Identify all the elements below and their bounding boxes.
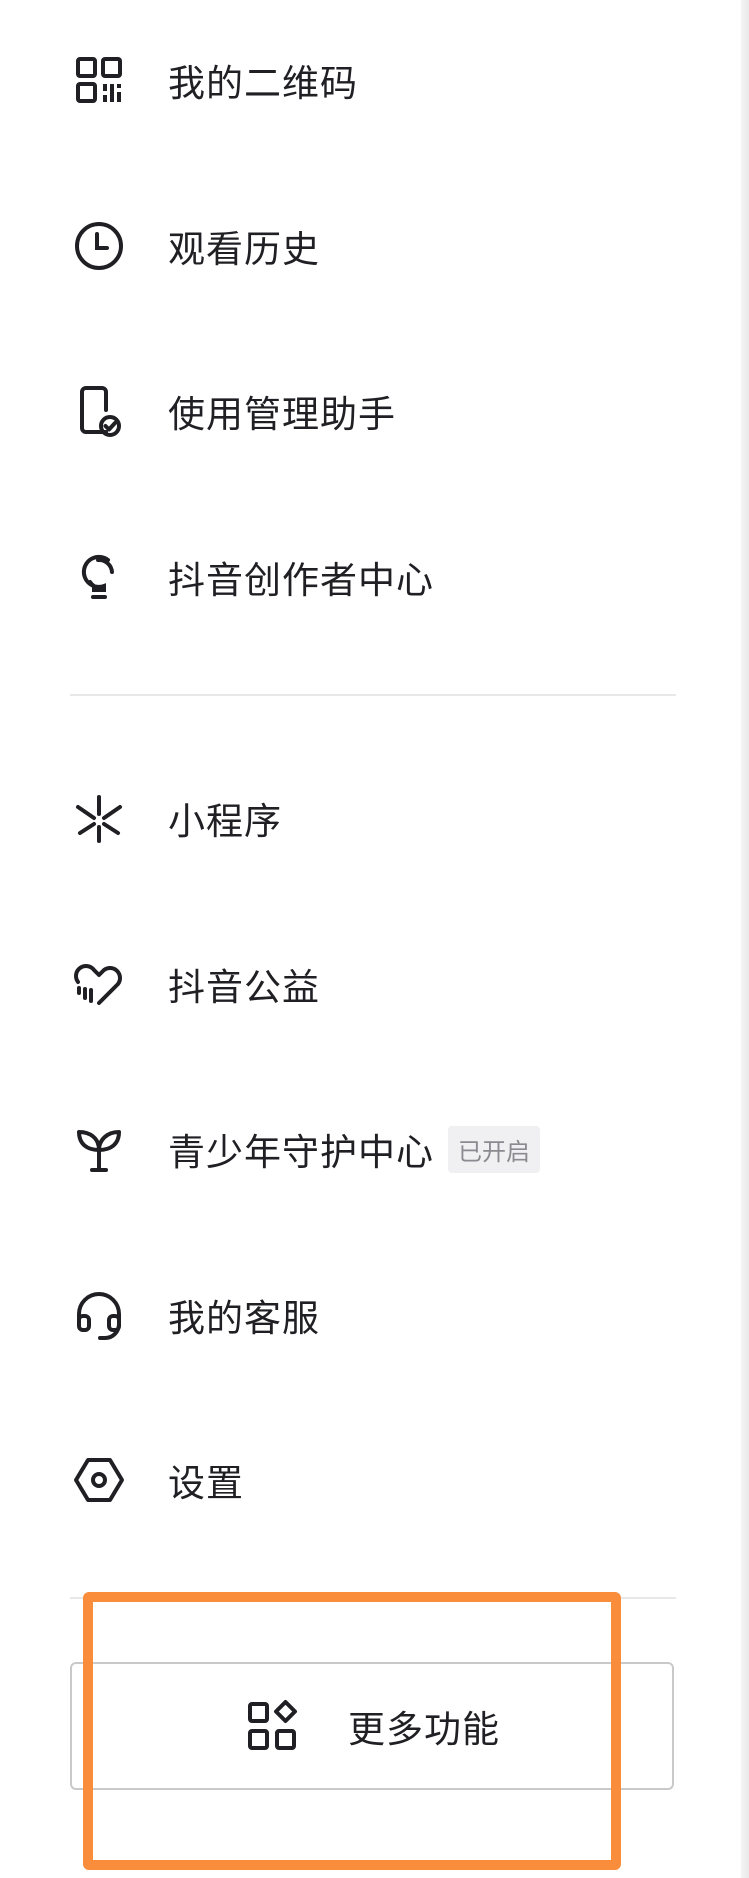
hexagon-settings-icon: [70, 1451, 128, 1509]
menu-item-label: 小程序: [168, 800, 282, 843]
menu-item-customer-service[interactable]: 我的客服: [70, 1255, 680, 1375]
phone-check-icon: [70, 382, 128, 440]
menu-item-settings[interactable]: 设置: [70, 1420, 680, 1540]
menu-item-label: 设置: [168, 1462, 244, 1505]
menu-item-watch-history[interactable]: 观看历史: [70, 186, 680, 306]
clock-icon: [70, 217, 128, 275]
mini-program-icon: [70, 789, 128, 847]
menu-item-usage-assistant[interactable]: 使用管理助手: [70, 351, 680, 471]
sprout-icon: [70, 1120, 128, 1178]
menu-item-label: 观看历史: [168, 228, 320, 271]
menu-item-qr-code[interactable]: 我的二维码: [70, 20, 680, 140]
edge-shadow: [741, 0, 749, 1878]
headset-icon: [70, 1286, 128, 1344]
menu-item-creator-center[interactable]: 抖音创作者中心: [70, 517, 680, 637]
more-features-button[interactable]: 更多功能: [70, 1662, 674, 1790]
heart-icon: [70, 955, 128, 1013]
status-badge: 已开启: [448, 1125, 540, 1173]
menu-item-label: 我的客服: [168, 1297, 320, 1340]
menu-item-mini-program[interactable]: 小程序: [70, 758, 680, 878]
menu-item-youth-guard[interactable]: 青少年守护中心 已开启: [70, 1089, 680, 1209]
grid-apps-icon: [244, 1698, 300, 1754]
menu-item-label: 青少年守护中心: [168, 1131, 434, 1174]
qr-code-icon: [70, 51, 128, 109]
menu-item-label: 抖音创作者中心: [168, 559, 434, 602]
menu-item-label: 抖音公益: [168, 966, 320, 1009]
menu-item-charity[interactable]: 抖音公益: [70, 924, 680, 1044]
section-divider: [70, 694, 676, 696]
lightbulb-icon: [70, 548, 128, 606]
more-features-label: 更多功能: [348, 1708, 500, 1751]
section-divider: [70, 1597, 676, 1599]
menu-item-label: 使用管理助手: [168, 393, 396, 436]
menu-item-label: 我的二维码: [168, 62, 358, 105]
side-menu-panel: 我的二维码 观看历史 使用管理助手 抖音创作者中心 小程序 抖音公益 青少年守护…: [0, 0, 749, 1878]
